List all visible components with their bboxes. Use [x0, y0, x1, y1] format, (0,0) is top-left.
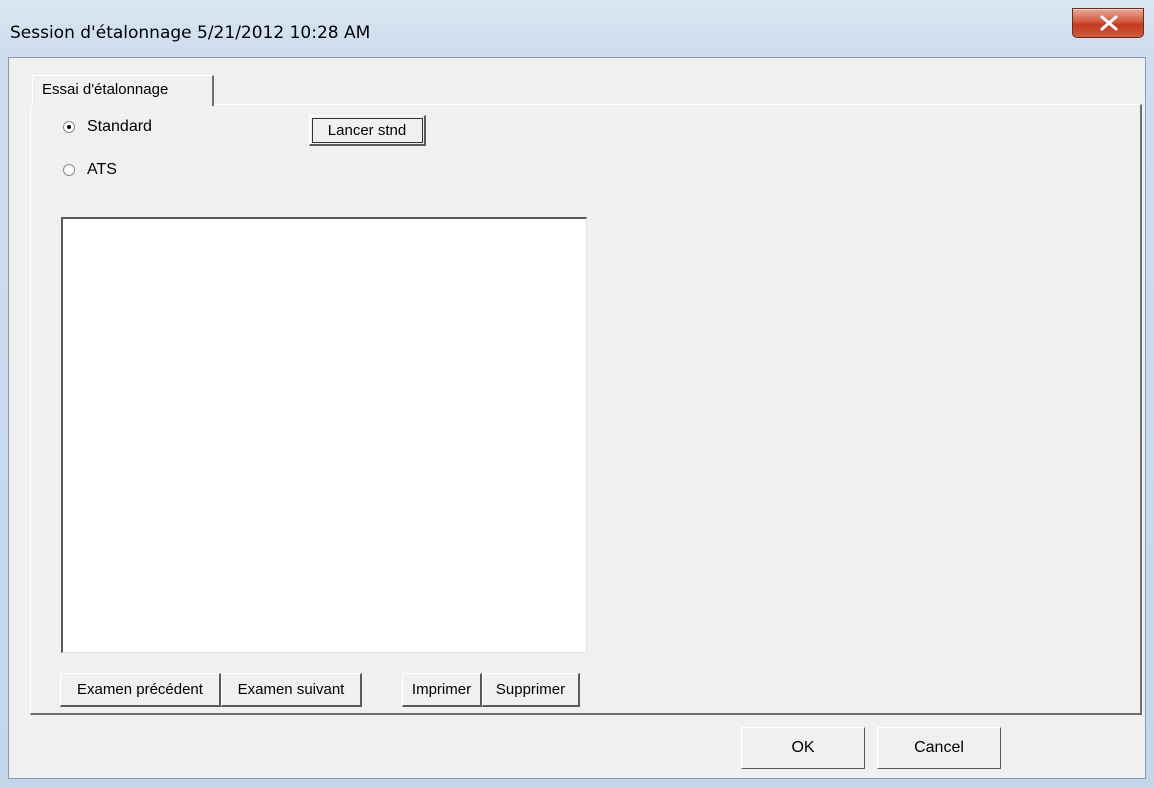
radio-ats[interactable]: ATS [63, 161, 117, 179]
run-standard-button[interactable]: Lancer stnd [309, 115, 426, 146]
close-button[interactable] [1072, 8, 1144, 38]
print-button[interactable]: Imprimer [402, 673, 482, 707]
tab-label: Essai d'étalonnage [42, 81, 169, 98]
delete-button[interactable]: Supprimer [482, 673, 580, 707]
cancel-button[interactable]: Cancel [877, 727, 1001, 769]
radio-ats-indicator[interactable] [63, 164, 75, 176]
tab-essai-etalonnage[interactable]: Essai d'étalonnage [32, 75, 214, 106]
radio-standard[interactable]: Standard [63, 118, 152, 136]
ok-button[interactable]: OK [741, 727, 865, 769]
next-exam-button[interactable]: Examen suivant [221, 673, 362, 707]
radio-standard-label: Standard [87, 118, 152, 135]
previous-exam-button[interactable]: Examen précédent [60, 673, 221, 707]
radio-standard-indicator[interactable] [63, 121, 75, 133]
close-icon [1100, 15, 1118, 31]
radio-ats-label: ATS [87, 161, 117, 178]
window-title: Session d'étalonnage 5/21/2012 10:28 AM [10, 23, 371, 43]
exam-listbox[interactable] [61, 217, 587, 653]
